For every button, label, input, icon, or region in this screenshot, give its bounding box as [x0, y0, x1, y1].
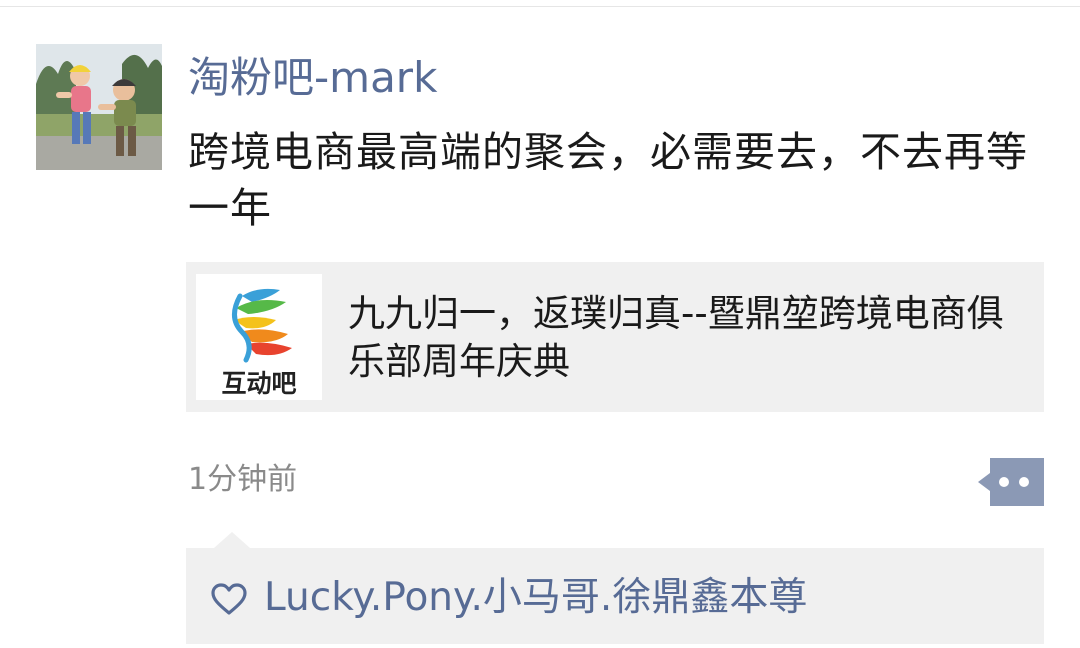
logo-caption: 互动吧	[221, 369, 297, 398]
post-timestamp: 1分钟前	[188, 462, 298, 497]
avatar[interactable]	[36, 44, 162, 170]
more-button[interactable]	[978, 458, 1044, 506]
likes-names[interactable]: Lucky.Pony.小马哥.徐鼎鑫本尊	[264, 574, 807, 622]
heart-icon	[211, 583, 247, 615]
link-title: 九九归一，返璞归真--暨鼎堃跨境电商俱乐部周年庆典	[348, 292, 1004, 383]
more-dots-icon	[978, 458, 1044, 506]
avatar-photo	[36, 44, 162, 170]
link-thumbnail: 互动吧	[196, 274, 322, 400]
hands-logo-icon	[232, 288, 292, 363]
author-name[interactable]: 淘粉吧-mark	[188, 52, 437, 104]
post-text: 跨境电商最高端的聚会，必需要去，不去再等一年	[188, 128, 1028, 232]
shared-link-card[interactable]: 互动吧 九九归一，返璞归真--暨鼎堃跨境电商俱乐部周年庆典	[186, 262, 1044, 412]
likes-box: Lucky.Pony.小马哥.徐鼎鑫本尊	[186, 548, 1044, 644]
moments-post: 淘粉吧-mark 跨境电商最高端的聚会，必需要去，不去再等一年 互动吧 九九归一…	[0, 0, 1080, 648]
likes-notch	[214, 532, 250, 548]
